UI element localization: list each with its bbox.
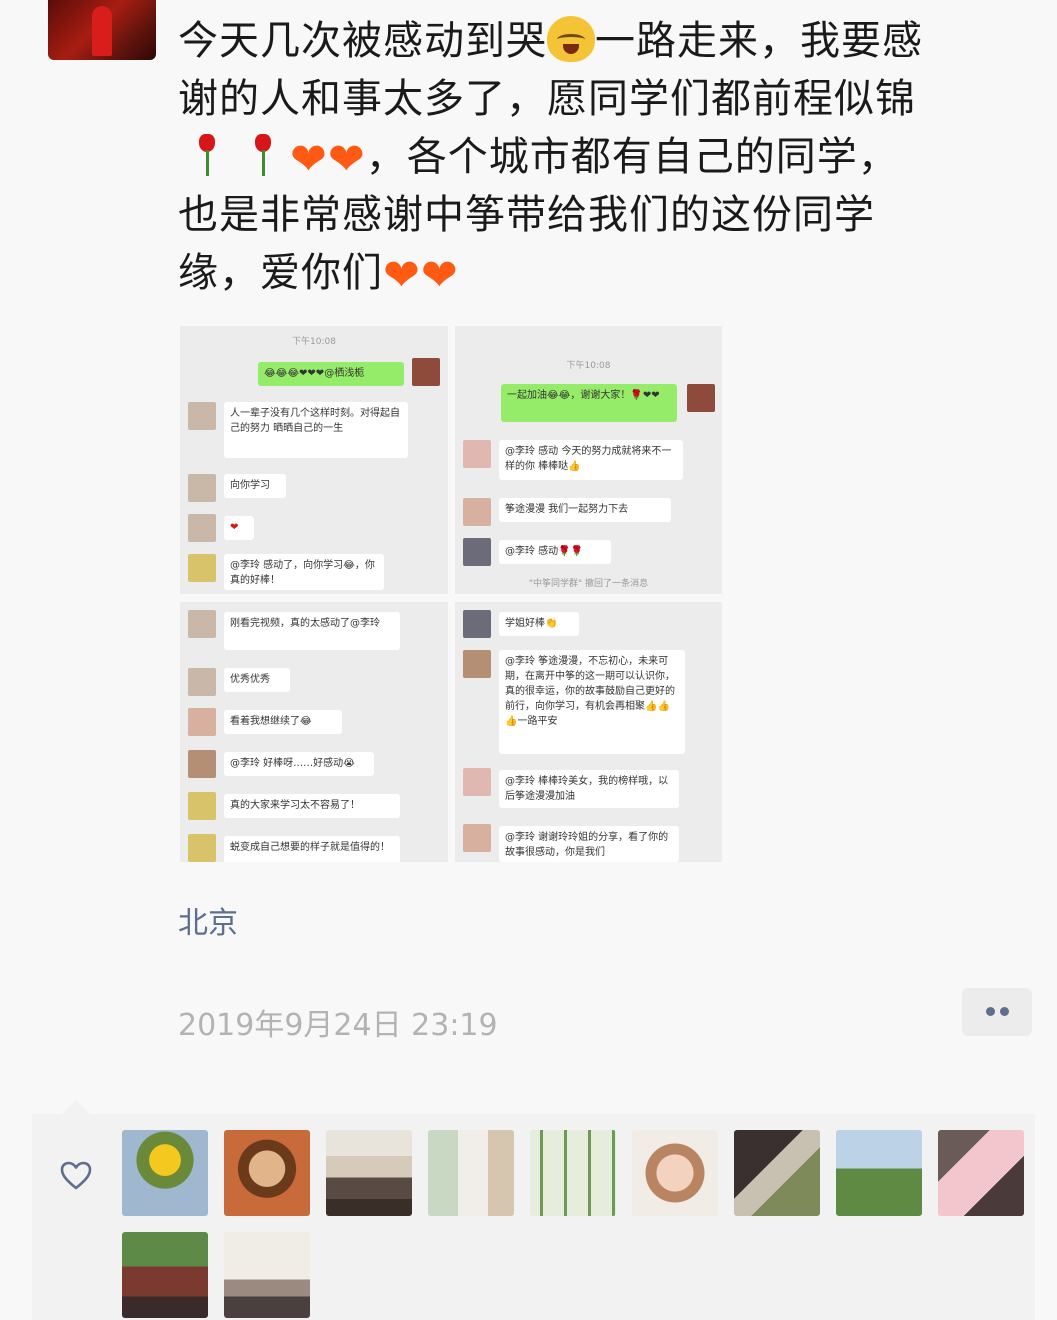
moment-text: 今天几次被感动到哭 一路走来，我要感 谢的人和事太多了，愿同学们都前程似锦 ❤❤，…	[178, 12, 1038, 302]
rose-emoji-icon	[192, 132, 222, 176]
liker-avatar[interactable]	[122, 1232, 208, 1318]
avatar	[188, 474, 216, 502]
avatar	[687, 384, 715, 412]
post-timestamp: 2019年9月24日 23:19	[178, 1008, 498, 1043]
chat-bubble: @李玲 筝途漫漫，不忘初心，未来可期，在离开中筝的这一期可以认识你，真的很幸运，…	[499, 650, 685, 754]
chat-bubble: 看着我想继续了😂	[224, 710, 342, 734]
avatar	[188, 668, 216, 696]
like-heart-icon	[60, 1161, 92, 1190]
orange-heart-emoji-icon: ❤	[290, 134, 328, 185]
avatar	[188, 610, 216, 638]
chat-bubble: 向你学习	[224, 474, 286, 498]
more-options-button[interactable]	[962, 988, 1032, 1036]
chat-time: 下午10:08	[566, 361, 611, 371]
moment-line: ❤❤，各个城市都有自己的同学，	[178, 128, 1038, 186]
moment-text-segment: ，各个城市都有自己的同学，	[365, 134, 899, 180]
orange-heart-emoji-icon: ❤	[420, 250, 459, 301]
orange-heart-emoji-icon: ❤	[383, 250, 421, 301]
orange-heart-emoji-icon: ❤	[327, 134, 366, 185]
chat-screenshot-1[interactable]: 下午10:08 😂😂😂❤❤❤@栖浅栀 人一辈子没有几个这样时刻。对得起自己的努力…	[180, 326, 448, 594]
avatar	[188, 708, 216, 736]
chat-bubble: 筝途漫漫 我们一起努力下去	[499, 498, 671, 522]
liker-avatar[interactable]	[734, 1130, 820, 1216]
liker-avatar[interactable]	[326, 1130, 412, 1216]
moment-text-segment: 也是非常感谢中筝带给我们的这份同学	[178, 192, 875, 238]
avatar	[188, 792, 216, 820]
chat-bubble: @李玲 谢谢玲玲姐的分享，看了你的故事很感动，你是我们	[499, 826, 679, 862]
rose-emoji-icon	[248, 132, 278, 176]
poster-avatar[interactable]	[48, 0, 156, 60]
chat-time: 下午10:08	[292, 337, 336, 347]
chat-screenshot-2[interactable]: 下午10:08 一起加油😂😂，谢谢大家！🌹❤❤ @李玲 感动 今天的努力成就将来…	[455, 326, 722, 594]
liker-avatar[interactable]	[530, 1130, 616, 1216]
avatar	[463, 650, 491, 678]
moment-text-segment: 今天几次被感动到哭	[178, 18, 547, 64]
avatar	[463, 610, 491, 638]
liker-avatar[interactable]	[224, 1232, 310, 1318]
dot-icon	[986, 1007, 995, 1016]
chat-bubble: 蜕变成自己想要的样子就是值得的！	[224, 836, 400, 862]
moment-text-segment: 一路走来，我要感	[595, 18, 923, 64]
chat-bubble: ❤	[224, 516, 254, 540]
liker-avatar[interactable]	[122, 1130, 208, 1216]
chat-bubble-mine: 😂😂😂❤❤❤@栖浅栀	[258, 362, 404, 386]
chat-bubble: @李玲 感动🌹🌹	[499, 540, 611, 564]
chat-bubble-mine: 一起加油😂😂，谢谢大家！🌹❤❤	[501, 384, 677, 422]
chat-bubble: 学姐好棒👏	[499, 612, 579, 636]
chat-bubble: @李玲 好棒呀……好感动😭	[224, 752, 374, 776]
cat-crying-laughing-emoji-icon	[547, 16, 595, 62]
moment-line: 也是非常感谢中筝带给我们的这份同学	[178, 186, 1038, 244]
chat-bubble: 优秀优秀	[224, 668, 290, 692]
liker-avatar[interactable]	[428, 1130, 514, 1216]
moment-text-segment: 缘，爱你们	[178, 250, 383, 296]
chat-bubble: 真的大家来学习太不容易了！	[224, 794, 400, 818]
liker-avatar[interactable]	[632, 1130, 718, 1216]
chat-bubble: @李玲 棒棒玲美女，我的榜样哦，以后筝途漫漫加油	[499, 770, 679, 808]
avatar	[188, 514, 216, 542]
avatar	[188, 402, 216, 430]
moment-line: 谢的人和事太多了，愿同学们都前程似锦	[178, 70, 1038, 128]
moment-text-segment: 谢的人和事太多了，愿同学们都前程似锦	[178, 76, 916, 122]
liker-avatar[interactable]	[836, 1130, 922, 1216]
avatar	[463, 824, 491, 852]
location-link[interactable]: 北京	[178, 898, 238, 942]
chat-bubble: @李玲 感动了，向你学习😂，你真的好棒！	[224, 554, 384, 590]
avatar	[188, 750, 216, 778]
chat-screenshot-4[interactable]: 学姐好棒👏 @李玲 筝途漫漫，不忘初心，未来可期，在离开中筝的这一期可以认识你，…	[455, 602, 722, 862]
liker-avatar[interactable]	[938, 1130, 1024, 1216]
avatar	[463, 768, 491, 796]
recall-notice: "中筝同学群" 撤回了一条消息	[528, 579, 649, 589]
chat-bubble: @李玲 感动 今天的努力成就将来不一样的你 棒棒哒👍	[499, 440, 683, 480]
moment-line: 缘，爱你们❤❤	[178, 244, 1038, 302]
avatar	[463, 538, 491, 566]
moment-line: 今天几次被感动到哭 一路走来，我要感	[178, 12, 1038, 70]
avatar	[463, 440, 491, 468]
dot-icon	[1000, 1007, 1009, 1016]
avatar	[463, 498, 491, 526]
avatar	[188, 554, 216, 582]
avatar	[412, 358, 440, 386]
liker-avatar[interactable]	[224, 1130, 310, 1216]
avatar	[188, 834, 216, 862]
chat-screenshot-3[interactable]: 刚看完视频，真的太感动了@李玲 优秀优秀 看着我想继续了😂 @李玲 好棒呀……好…	[180, 602, 448, 862]
chat-bubble: 人一辈子没有几个这样时刻。对得起自己的努力 晒晒自己的一生	[224, 402, 408, 458]
chat-bubble: 刚看完视频，真的太感动了@李玲	[224, 612, 400, 650]
